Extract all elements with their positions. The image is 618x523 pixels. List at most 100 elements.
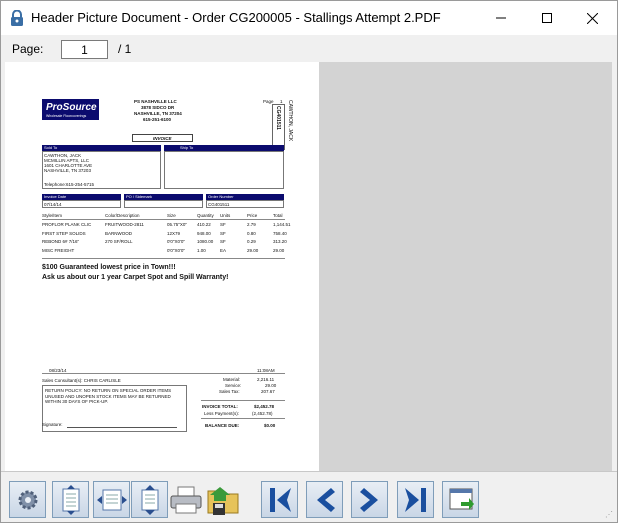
divider bbox=[201, 418, 285, 419]
col-header: Total bbox=[273, 213, 283, 218]
export-icon bbox=[449, 488, 474, 510]
service-label: Service: bbox=[225, 383, 242, 388]
next-page-button[interactable] bbox=[351, 481, 388, 518]
col-header: Units bbox=[220, 213, 231, 218]
last-page-button[interactable] bbox=[397, 481, 434, 518]
line-item-cell: SF bbox=[220, 222, 226, 227]
telephone: Telephone:615-254-5715 bbox=[44, 182, 95, 187]
line-item-cell: FIRST STEP SOLIDS bbox=[42, 230, 86, 236]
col-header: Price bbox=[247, 213, 258, 218]
line-item-cell: 313.20 bbox=[273, 239, 287, 244]
fit-height-icon bbox=[141, 484, 158, 515]
minimize-button[interactable] bbox=[478, 1, 524, 35]
ship-to-box bbox=[164, 151, 284, 189]
resize-grip-icon[interactable]: ⋰ bbox=[605, 510, 613, 519]
save-icon bbox=[207, 486, 238, 515]
gear-icon bbox=[18, 490, 37, 509]
tax-label: Sales Tax: bbox=[219, 389, 240, 394]
service-value: 29.00 bbox=[265, 383, 277, 388]
title-bar: Header Picture Document - Order CG200005… bbox=[1, 1, 617, 35]
print-button[interactable] bbox=[167, 481, 204, 518]
print-icon bbox=[170, 486, 201, 513]
divider bbox=[42, 373, 285, 374]
maximize-icon bbox=[542, 13, 552, 23]
previous-page-icon bbox=[316, 487, 335, 512]
line-item-cell: 1,144.51 bbox=[273, 222, 291, 227]
page-total: / 1 bbox=[118, 42, 132, 56]
page-label: Page: bbox=[12, 42, 44, 56]
line-item-cell: 05.75"X0" bbox=[167, 222, 187, 227]
invoice-box: INVOICE bbox=[132, 134, 193, 142]
line-item-cell: 1080.00 bbox=[197, 239, 214, 244]
fit-width-button[interactable] bbox=[93, 481, 130, 518]
due-value: $0.00 bbox=[264, 423, 276, 428]
window-title: Header Picture Document - Order CG200005… bbox=[31, 10, 441, 25]
payment-label: Less Payment(s): bbox=[204, 411, 240, 416]
line-item-cell: SF bbox=[220, 230, 226, 236]
line-item-cell: 0'0"X0'0" bbox=[167, 247, 185, 253]
fit-height-button[interactable] bbox=[131, 481, 168, 518]
fit-page-icon bbox=[62, 484, 79, 515]
line-item-cell: 12X79 bbox=[167, 230, 181, 236]
next-page-icon bbox=[359, 487, 378, 512]
tax-value: 207.67 bbox=[261, 389, 275, 394]
promo-line-2: Ask us about our 1 year Carpet Spot and … bbox=[42, 274, 229, 281]
line-item-cell: 1.00 bbox=[197, 247, 206, 253]
total-label: INVOICE TOTAL: bbox=[202, 404, 238, 409]
order-number: CG401511 bbox=[208, 202, 230, 207]
save-button[interactable] bbox=[204, 481, 241, 518]
settings-button[interactable] bbox=[9, 481, 46, 518]
page-number-input[interactable] bbox=[61, 40, 108, 59]
last-page-icon bbox=[404, 487, 426, 512]
prosource-logo: ProSource Wholesale Floorcoverings bbox=[42, 99, 99, 120]
return-policy-box: RETURN POLICY: NO RETURN ON SPECIAL ORDE… bbox=[42, 385, 187, 432]
line-item-cell: 2.79 bbox=[247, 222, 256, 227]
col-header: Size bbox=[167, 213, 176, 218]
line-item-cell: 29.00 bbox=[247, 247, 259, 253]
po-box bbox=[124, 200, 203, 208]
fit-page-button[interactable] bbox=[52, 481, 89, 518]
line-item-cell: 0'0"X0'0" bbox=[167, 239, 185, 244]
line-item-cell: 0.29 bbox=[247, 239, 256, 244]
company-name: PS NASHVILLE LLC bbox=[134, 99, 177, 104]
minimize-icon bbox=[496, 17, 506, 19]
maximize-button[interactable] bbox=[524, 1, 570, 35]
col-header: Quantity bbox=[197, 213, 214, 218]
company-city: NASHVILLE, TN 37204 bbox=[134, 111, 182, 116]
material-value: 2,216.11 bbox=[257, 377, 275, 382]
first-page-icon bbox=[269, 487, 291, 512]
invoice-page: ProSource Wholesale Floorcoverings PS NA… bbox=[5, 62, 319, 471]
line-item-cell: 758.40 bbox=[273, 230, 287, 236]
footer-time: 11:08AM bbox=[257, 368, 275, 373]
line-item-cell: 0.80 bbox=[247, 230, 256, 236]
col-header: Color/Description bbox=[105, 213, 140, 218]
sold-line: NASHVILLE, TN 37203 bbox=[44, 168, 91, 173]
col-header: Style/Item bbox=[42, 213, 63, 218]
line-item-cell: PROFLOR PLANK CLIC bbox=[42, 222, 92, 227]
line-item-cell: EA bbox=[220, 247, 227, 253]
divider bbox=[42, 258, 285, 259]
previous-page-button[interactable] bbox=[306, 481, 343, 518]
side-name: CAWTHON, JACK bbox=[287, 100, 293, 142]
window: Header Picture Document - Order CG200005… bbox=[0, 0, 618, 523]
line-item-cell: FRUITWOOD-2811 bbox=[105, 222, 144, 227]
line-item-cell: 948.00 bbox=[197, 230, 211, 236]
first-page-button[interactable] bbox=[261, 481, 298, 518]
export-button[interactable] bbox=[442, 481, 479, 518]
signature-label: Signature: bbox=[42, 422, 63, 427]
fit-width-icon bbox=[96, 489, 127, 510]
line-item-cell: 29.00 bbox=[273, 247, 285, 253]
line-item-cell: 410.22 bbox=[197, 222, 211, 227]
invoice-date: 07/14/14 bbox=[44, 202, 62, 207]
footer-date: 08/23/14 bbox=[49, 368, 67, 373]
viewer-background bbox=[319, 62, 612, 471]
line-item-cell: 270 SF/ROLL bbox=[105, 239, 133, 244]
line-item-cell: BARNWOOD bbox=[105, 230, 132, 236]
lock-icon bbox=[11, 10, 23, 26]
total-value: $2,452.78 bbox=[254, 404, 275, 409]
payment-value: (2,452.78) bbox=[252, 411, 273, 416]
company-address: 3878 SIDCO DR bbox=[141, 105, 175, 110]
due-label: BALANCE DUE: bbox=[205, 423, 240, 428]
close-button[interactable] bbox=[569, 1, 615, 35]
close-icon bbox=[586, 12, 598, 24]
